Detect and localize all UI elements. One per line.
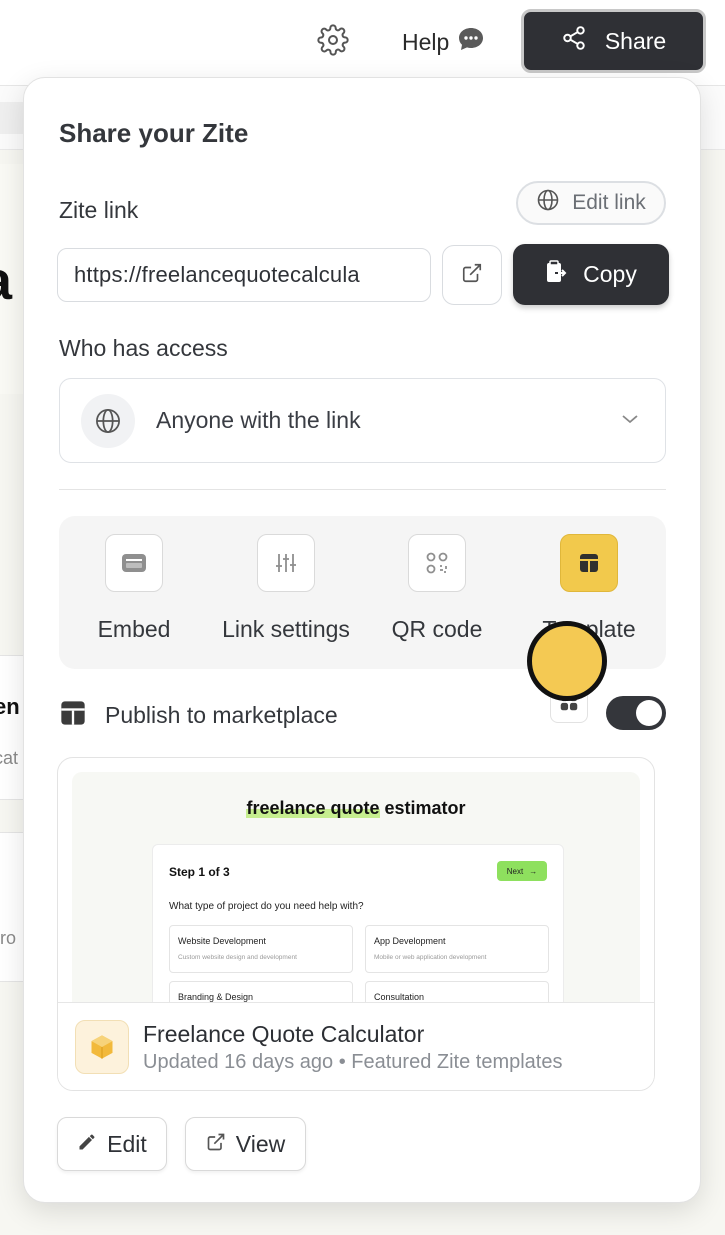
tool-qr-code[interactable]: QR code (362, 534, 512, 643)
preview-option-title: App Development (374, 936, 446, 946)
globe-icon (81, 393, 135, 448)
edit-link-label: Edit link (572, 191, 646, 214)
gear-icon (317, 23, 349, 61)
preview-option: Consultation (365, 981, 549, 1002)
copy-link-button[interactable]: Copy (513, 244, 669, 305)
help-button[interactable]: Help (392, 22, 495, 62)
settings-button[interactable] (315, 23, 351, 61)
share-label: Share (604, 27, 667, 54)
edit-link-button[interactable]: Edit link (516, 181, 666, 225)
pencil-icon (77, 1131, 97, 1158)
background-text-fragment: cat (0, 748, 19, 768)
edit-button[interactable]: Edit (57, 1117, 167, 1171)
publish-toggle[interactable] (606, 696, 666, 730)
publish-row: Publish to marketplace (59, 698, 338, 732)
preview-next-button: Next → (497, 861, 547, 881)
share-icon (561, 25, 587, 57)
template-preview: freelance quote estimator Step 1 of 3 Ne… (72, 772, 640, 1002)
preview-option: Website Development Custom website desig… (169, 925, 353, 973)
preview-title-rest: estimator (384, 798, 466, 818)
toggle-knob (636, 700, 662, 726)
tool-label: Link settings (222, 616, 350, 642)
view-button[interactable]: View (185, 1117, 306, 1171)
zite-link-label: Zite link (59, 197, 139, 223)
clipboard-icon (545, 259, 567, 290)
preview-option-desc: Mobile or web application development (374, 954, 487, 961)
edit-label: Edit (107, 1130, 147, 1157)
copy-label: Copy (583, 261, 637, 287)
tool-label: QR code (391, 616, 483, 642)
tool-link-settings[interactable]: Link settings (211, 534, 361, 643)
preview-option-title: Consultation (374, 992, 425, 1002)
tool-embed[interactable]: Embed (59, 534, 209, 643)
embed-icon (105, 534, 163, 592)
template-card-footer: Freelance Quote Calculator Updated 16 da… (58, 1002, 654, 1090)
view-label: View (235, 1130, 286, 1157)
access-label: Who has access (59, 335, 228, 361)
qr-code-icon (408, 534, 466, 592)
template-icon (560, 534, 618, 592)
preview-option-desc: Custom website design and development (178, 954, 297, 961)
preview-form: Step 1 of 3 Next → What type of project … (152, 844, 564, 1002)
preview-title: freelance quote estimator (72, 798, 640, 819)
globe-icon (536, 188, 560, 218)
preview-title-highlight: freelance quote (246, 798, 380, 818)
preview-option-title: Branding & Design (178, 992, 254, 1002)
external-link-icon (206, 1131, 226, 1158)
preview-question: What type of project do you need help wi… (169, 901, 364, 912)
external-link-icon (461, 262, 483, 289)
arrow-right-icon: → (529, 866, 538, 876)
preview-next-label: Next (506, 866, 524, 876)
preview-option-title: Website Development (178, 936, 266, 946)
tool-label: Embed (97, 616, 171, 642)
template-meta: Updated 16 days ago • Featured Zite temp… (143, 1051, 563, 1073)
share-button[interactable]: Share (521, 9, 706, 73)
divider (59, 489, 666, 490)
open-link-button[interactable] (442, 245, 502, 305)
access-dropdown[interactable]: Anyone with the link (59, 378, 666, 463)
background-text-fragment: rro (0, 928, 16, 948)
popover-title: Share your Zite (59, 118, 249, 148)
access-value: Anyone with the link (156, 407, 361, 433)
background-letter: a (0, 250, 12, 312)
publish-label: Publish to marketplace (105, 701, 338, 728)
cube-icon (75, 1020, 129, 1074)
zite-url-input[interactable] (57, 248, 431, 302)
top-bar: Help Share (0, 0, 725, 86)
template-name: Freelance Quote Calculator (143, 1021, 425, 1047)
preview-step: Step 1 of 3 (169, 865, 230, 879)
chat-bubble-icon (457, 26, 485, 58)
background-text-fragment: en (0, 694, 20, 719)
template-icon (59, 699, 87, 732)
chevron-down-icon (621, 412, 639, 430)
help-label: Help (402, 28, 450, 55)
cursor-indicator (527, 621, 607, 701)
preview-option: App Development Mobile or web applicatio… (365, 925, 549, 973)
template-card[interactable]: freelance quote estimator Step 1 of 3 Ne… (57, 757, 655, 1091)
preview-option: Branding & Design (169, 981, 353, 1002)
sliders-icon (257, 534, 315, 592)
